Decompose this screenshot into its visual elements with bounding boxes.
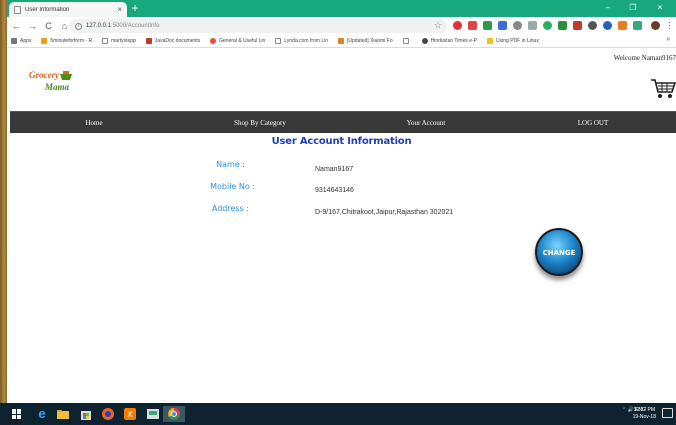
close-window-button[interactable]: ✕ (649, 2, 671, 14)
browser-toolbar: ← → C ⌂ i 127.0.0.1:5000/AccountInfo ☆ ⋮ (7, 17, 676, 35)
reload-button[interactable]: C (42, 20, 55, 33)
bookmark-item[interactable]: JavaDoc documents (145, 38, 200, 44)
nav-your-account[interactable]: Your Account (407, 112, 446, 134)
bookmark-favicon-icon (210, 38, 217, 44)
info-icon[interactable]: i (75, 22, 82, 30)
change-button-label: CHANGE (542, 249, 576, 257)
extension-icon[interactable] (453, 21, 462, 30)
name-label: Name : (216, 160, 245, 169)
desktop-edge (0, 0, 7, 425)
app-icon[interactable] (145, 406, 161, 422)
page-icon (14, 5, 21, 14)
taskbar: e X ⌃ 🔊 ENG 10:37 PM 19-Nov-18 (0, 403, 676, 425)
bookmark-item[interactable]: Hindustan Times e-P (421, 38, 477, 44)
bookmark-star-icon[interactable]: ☆ (434, 20, 442, 31)
profile-avatar[interactable] (651, 21, 660, 30)
extension-icon[interactable] (528, 21, 537, 30)
site-navbar: Home Shop By Category Your Account LOG O… (10, 111, 676, 133)
mobile-value: 9314643146 (315, 187, 354, 194)
bookmark-item[interactable]: Lynda.com from Lin (275, 38, 328, 44)
more-bookmarks-icon[interactable]: » (666, 36, 670, 43)
windows-start-icon[interactable] (12, 409, 22, 419)
edge-icon[interactable]: e (34, 406, 50, 422)
extension-icon[interactable] (558, 21, 567, 30)
bookmark-item[interactable]: Using PDF in Linux (487, 38, 539, 44)
chrome-taskbar-icon[interactable] (163, 406, 185, 422)
extension-icon[interactable] (513, 21, 522, 30)
page-title: User Account Information (271, 136, 412, 147)
address-label: Address : (211, 204, 249, 213)
tab-strip: User Information × + – ❐ ✕ (7, 0, 676, 17)
extension-icon[interactable] (498, 21, 507, 30)
maximize-button[interactable]: ❐ (622, 2, 644, 14)
bookmark-apps[interactable]: Apps (11, 38, 31, 44)
nav-home[interactable]: Home (85, 112, 102, 134)
store-icon[interactable] (78, 406, 94, 422)
extension-icon[interactable] (633, 21, 642, 30)
menu-dots-icon[interactable]: ⋮ (665, 21, 674, 30)
extension-icon[interactable] (603, 21, 612, 30)
bookmark-item[interactable]: General & Useful Lin (210, 38, 265, 44)
minimize-button[interactable]: – (597, 2, 619, 14)
close-tab-icon[interactable]: × (117, 5, 122, 14)
nav-shop-by-category[interactable]: Shop By Category (234, 112, 286, 134)
extension-icon[interactable] (468, 21, 477, 30)
firefox-icon[interactable] (100, 406, 116, 422)
bookmark-favicon-icon (41, 38, 48, 44)
page-icon (102, 38, 109, 44)
folder-icon (487, 38, 494, 44)
tab-title: User Information (25, 6, 70, 13)
basket-icon (60, 71, 72, 80)
file-explorer-icon[interactable] (55, 406, 71, 422)
nav-logout[interactable]: LOG OUT (578, 112, 609, 134)
apps-grid-icon (11, 38, 17, 44)
extension-icon[interactable] (618, 21, 627, 30)
address-bar[interactable]: i 127.0.0.1:5000/AccountInfo ☆ (69, 19, 447, 33)
notification-icon[interactable] (662, 408, 673, 418)
bookmark-item[interactable] (402, 38, 412, 44)
bookmark-favicon-icon (421, 38, 428, 44)
browser-window: User Information × + – ❐ ✕ ← → C ⌂ i 127… (7, 0, 676, 403)
page-icon (275, 38, 282, 44)
bookmark-favicon-icon (145, 38, 152, 44)
address-value: D-9/167,Chitrakoot,Jaipur,Rajasthan 3020… (315, 209, 454, 216)
page-icon (402, 38, 409, 44)
forward-button[interactable]: → (26, 20, 39, 33)
extension-icon[interactable] (588, 21, 597, 30)
bookmark-item[interactable]: martystepp (102, 38, 136, 44)
clock[interactable]: 10:37 PM 19-Nov-18 (633, 407, 656, 421)
extension-icon[interactable] (573, 21, 582, 30)
name-value: Naman9167 (315, 166, 354, 173)
mobile-label: Mobile No : (210, 182, 255, 191)
change-button[interactable]: CHANGE (535, 228, 583, 276)
svg-text:X: X (127, 410, 133, 419)
back-button[interactable]: ← (10, 20, 23, 33)
bookmark-favicon-icon (338, 38, 345, 44)
bookmark-item[interactable]: 5minuteforform - R (41, 38, 92, 44)
bookmarks-bar: Apps 5minuteforform - R martystepp JavaD… (7, 35, 676, 48)
page-content: Welcome Naman9167 Grocery Mama Home Shop… (7, 48, 676, 403)
extension-icon[interactable] (483, 21, 492, 30)
bookmark-item[interactable]: [Updated] Xiaomi Fo (338, 38, 393, 44)
cart-icon[interactable] (650, 76, 676, 102)
site-logo[interactable]: Grocery Mama (29, 68, 79, 96)
welcome-text: Welcome Naman9167 (613, 54, 676, 62)
new-tab-button[interactable]: + (128, 2, 142, 15)
xampp-icon[interactable]: X (122, 406, 138, 422)
url-text: 127.0.0.1:5000/AccountInfo (86, 23, 160, 29)
tab-user-information[interactable]: User Information × (9, 2, 127, 17)
extension-icon[interactable] (543, 21, 552, 30)
